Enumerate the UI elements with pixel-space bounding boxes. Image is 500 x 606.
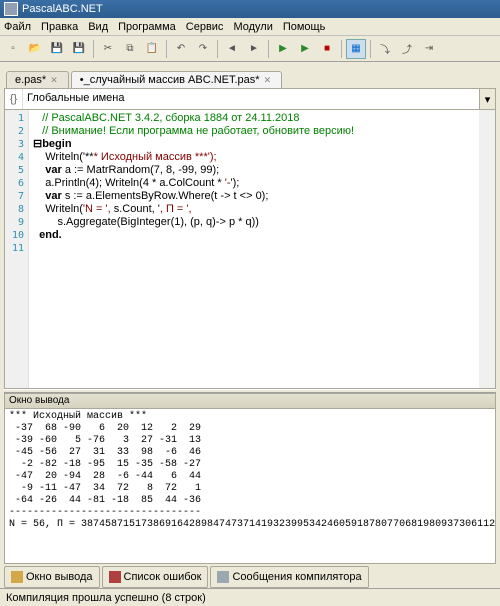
tab-icon [109, 571, 121, 583]
menu-Правка[interactable]: Правка [41, 21, 78, 33]
menu-Файл[interactable]: Файл [4, 21, 31, 33]
save-icon[interactable]: 💾 [47, 39, 67, 59]
tab-label: •_случайный массив ABC.NET.pas* [80, 74, 260, 86]
status-text: Компиляция прошла успешно (8 строк) [6, 592, 206, 604]
menu-bar: Файл Правка Вид Программа Сервис Модули Помощь [0, 18, 500, 36]
step-out-icon[interactable]: ⇥ [419, 39, 439, 59]
tab-icon [11, 571, 23, 583]
bottom-tab-label: Список ошибок [124, 571, 202, 583]
line-gutter: 1234567891011 [5, 110, 29, 388]
menu-Модули[interactable]: Модули [233, 21, 272, 33]
chevron-down-icon[interactable]: ▾ [479, 89, 495, 109]
nav-fwd-icon[interactable]: ► [244, 39, 264, 59]
run2-icon[interactable]: ▶ [295, 39, 315, 59]
nav-back-icon[interactable]: ◄ [222, 39, 242, 59]
bottom-tab[interactable]: Сообщения компилятора [210, 566, 368, 588]
step-over-icon[interactable]: ⤴ [397, 39, 417, 59]
window-title: PascalABC.NET [22, 3, 103, 15]
scope-label: Глобальные имена [23, 89, 479, 109]
output-panel-title: Окно вывода [4, 393, 496, 409]
title-bar: PascalABC.NET [0, 0, 500, 18]
bottom-tabs: Окно вывода Список ошибок Сообщения компил… [4, 566, 496, 588]
step-into-icon[interactable]: ⤵ [375, 39, 395, 59]
bottom-tab-label: Сообщения компилятора [232, 571, 361, 583]
menu-Сервис[interactable]: Сервис [186, 21, 224, 33]
scrollbar-vertical[interactable] [479, 110, 495, 388]
toolbar: ▫ 📂 💾 💾 ✂ ⧉ 📋 ↶ ↷ ◄ ► ▶ ▶ ■ ▦ ⤵ ⤴ ⇥ [0, 36, 500, 62]
status-bar: Компиляция прошла успешно (8 строк) [0, 588, 500, 606]
redo-icon[interactable]: ↷ [193, 39, 213, 59]
output-panel[interactable]: *** Исходный массив *** -37 68 -90 6 20 … [4, 409, 496, 564]
editor-tabs: e.pas* ✕ •_случайный массив ABC.NET.pas* ✕ [0, 66, 500, 88]
new-file-icon[interactable]: ▫ [3, 39, 23, 59]
undo-icon[interactable]: ↶ [171, 39, 191, 59]
menu-Программа[interactable]: Программа [118, 21, 176, 33]
code-area[interactable]: // PascalABC.NET 3.4.2, сборка 1884 от 2… [29, 110, 479, 388]
paste-icon[interactable]: 📋 [142, 39, 162, 59]
stop-icon[interactable]: ■ [317, 39, 337, 59]
tab-label: e.pas* [15, 74, 46, 86]
save-all-icon[interactable]: 💾 [69, 39, 89, 59]
close-icon[interactable]: ✕ [264, 75, 272, 86]
copy-icon[interactable]: ⧉ [120, 39, 140, 59]
scope-combobox[interactable]: {} Глобальные имена ▾ [4, 88, 496, 110]
menu-Помощь[interactable]: Помощь [283, 21, 326, 33]
scope-icon: {} [5, 89, 23, 109]
cut-icon[interactable]: ✂ [98, 39, 118, 59]
form-designer-icon[interactable]: ▦ [346, 39, 366, 59]
tab-icon [217, 571, 229, 583]
run-icon[interactable]: ▶ [273, 39, 293, 59]
code-editor[interactable]: 1234567891011 // PascalABC.NET 3.4.2, сб… [4, 110, 496, 389]
bottom-tab[interactable]: Окно вывода [4, 566, 100, 588]
menu-Вид[interactable]: Вид [88, 21, 108, 33]
close-icon[interactable]: ✕ [50, 75, 58, 86]
bottom-tab-label: Окно вывода [26, 571, 93, 583]
editor-tab[interactable]: •_случайный массив ABC.NET.pas* ✕ [71, 71, 282, 88]
app-icon [4, 2, 18, 16]
editor-tab[interactable]: e.pas* ✕ [6, 71, 69, 88]
open-icon[interactable]: 📂 [25, 39, 45, 59]
bottom-tab[interactable]: Список ошибок [102, 566, 209, 588]
